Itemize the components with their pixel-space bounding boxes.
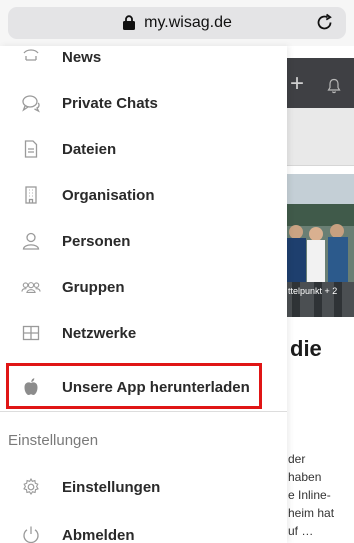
menu-item-dateien[interactable]: Dateien — [0, 126, 287, 172]
menu-item-label: Gruppen — [62, 278, 125, 296]
menu-divider — [0, 411, 287, 412]
snippet-line: heim hat — [288, 506, 335, 520]
snippet-line: e Inline- — [288, 488, 331, 502]
person-icon — [21, 231, 41, 251]
power-icon — [21, 525, 41, 543]
section-heading-settings: Einstellungen — [8, 432, 99, 449]
gear-icon — [21, 477, 41, 497]
file-icon — [21, 139, 41, 159]
menu-item-label: Einstellungen — [62, 478, 161, 496]
chat-bubbles-icon — [21, 93, 41, 113]
reload-icon[interactable] — [315, 13, 335, 33]
menu-item-netzwerke[interactable]: Netzwerke — [0, 310, 287, 356]
news-icon — [21, 47, 41, 67]
url-text: my.wisag.de — [144, 14, 232, 31]
menu-item-news[interactable]: News — [0, 34, 287, 80]
menu-item-label: Private Chats — [62, 94, 158, 112]
snippet-line: der — [288, 452, 306, 466]
highlight-box — [6, 363, 262, 409]
lock-icon — [123, 14, 136, 30]
menu-item-gruppen[interactable]: Gruppen — [0, 264, 287, 310]
snippet-line: haben — [288, 470, 322, 484]
grid-icon — [21, 323, 41, 343]
menu-item-personen[interactable]: Personen — [0, 218, 287, 264]
menu-item-label: Personen — [62, 232, 131, 250]
menu-item-private-chats[interactable]: Private Chats — [0, 80, 287, 126]
menu-item-label: Abmelden — [62, 526, 135, 543]
menu-item-label: Dateien — [62, 140, 117, 158]
bell-icon — [327, 78, 341, 94]
menu-item-label: News — [62, 48, 102, 66]
menu-item-label: Organisation — [62, 186, 155, 204]
menu-item-label: Netzwerke — [62, 324, 137, 342]
plus-icon: + — [290, 70, 305, 97]
group-icon — [21, 277, 41, 297]
snippet-line: uf … — [288, 524, 314, 538]
menu-item-einstellungen[interactable]: Einstellungen — [0, 464, 287, 510]
news-heading[interactable]: die — [290, 336, 322, 362]
side-menu: News Private Chats Dateien Organisation … — [0, 46, 287, 543]
menu-item-abmelden[interactable]: Abmelden — [0, 512, 287, 543]
building-icon — [21, 185, 41, 205]
photo-caption: ttelpunkt + 2 — [288, 286, 338, 296]
menu-item-organisation[interactable]: Organisation — [0, 172, 287, 218]
